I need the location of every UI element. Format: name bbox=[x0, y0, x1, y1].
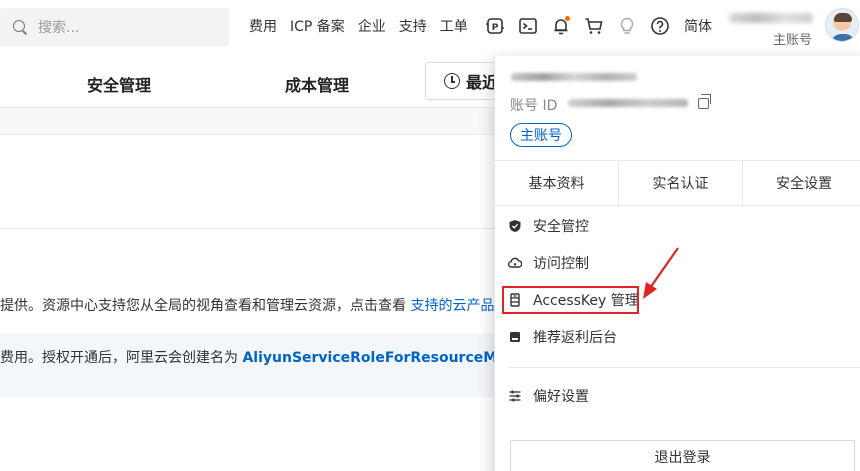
language-switch[interactable]: 简体 bbox=[684, 16, 712, 36]
menu-item-label: 推荐返利后台 bbox=[533, 330, 617, 346]
cloud-key-icon bbox=[508, 256, 522, 270]
terminal-icon[interactable] bbox=[517, 15, 539, 37]
account-id-redacted bbox=[568, 99, 688, 107]
annotation-arrow bbox=[643, 247, 679, 299]
tab-cost-management[interactable]: 成本管理 bbox=[285, 72, 349, 96]
dropdown-tabs: 基本资料 实名认证 安全设置 bbox=[495, 160, 860, 206]
menu-item-access-control[interactable]: 访问控制 bbox=[508, 251, 589, 275]
account-role[interactable]: 主账号 bbox=[773, 29, 812, 48]
top-navbar: 搜索... 费用 ICP 备案 企业 支持 工单 P 简体 主账号 bbox=[0, 0, 860, 56]
gift-icon bbox=[508, 330, 522, 344]
tab-security-settings[interactable]: 安全设置 bbox=[743, 161, 860, 205]
nav-link-enterprise[interactable]: 企业 bbox=[358, 16, 386, 36]
nav-link-icp[interactable]: ICP 备案 bbox=[290, 16, 345, 36]
avatar[interactable] bbox=[825, 8, 859, 42]
authorization-notice: 费用。授权开通后，阿里云会创建名为 AliyunServiceRoleForRe… bbox=[0, 347, 569, 367]
lightbulb-icon[interactable] bbox=[616, 15, 638, 37]
copy-icon[interactable] bbox=[698, 94, 711, 109]
nav-link-billing[interactable]: 费用 bbox=[249, 16, 277, 36]
nav-icons: P 简体 bbox=[484, 0, 712, 52]
clock-icon bbox=[444, 73, 460, 89]
notification-dot bbox=[565, 16, 570, 21]
search-icon bbox=[12, 19, 28, 35]
nav-links: 费用 ICP 备案 企业 支持 工单 bbox=[249, 0, 481, 52]
divider bbox=[0, 228, 495, 229]
shield-icon bbox=[508, 219, 522, 233]
menu-item-label: 偏好设置 bbox=[533, 389, 589, 405]
highlight-box bbox=[502, 286, 639, 314]
search-bar[interactable]: 搜索... bbox=[0, 8, 229, 46]
description-text: 提供。资源中心支持您从全局的视角查看和管理云资源，点击查看 bbox=[0, 298, 411, 314]
notice-text: 费用。授权开通后，阿里云会创建名为 bbox=[0, 350, 243, 366]
menu-item-security-control[interactable]: 安全管控 bbox=[508, 214, 589, 238]
bell-icon[interactable] bbox=[550, 15, 572, 37]
tab-recent[interactable]: 最近 bbox=[425, 62, 505, 100]
role-badge: 主账号 bbox=[510, 123, 572, 147]
menu-item-preferences[interactable]: 偏好设置 bbox=[508, 384, 589, 408]
tab-security-management[interactable]: 安全管理 bbox=[87, 72, 151, 96]
menu-item-label: 安全管控 bbox=[533, 219, 589, 235]
account-name-redacted[interactable] bbox=[729, 13, 813, 23]
menu-item-referral-backend[interactable]: 推荐返利后台 bbox=[508, 325, 617, 349]
sliders-icon bbox=[508, 389, 522, 403]
logout-button[interactable]: 退出登录 bbox=[510, 440, 855, 471]
tab-real-name-auth[interactable]: 实名认证 bbox=[619, 161, 743, 205]
account-name-redacted bbox=[511, 73, 637, 81]
menu-divider bbox=[508, 367, 860, 368]
supported-products-link[interactable]: 支持的云产品 bbox=[410, 298, 494, 314]
tab-basic-info[interactable]: 基本资料 bbox=[495, 161, 619, 205]
help-icon[interactable] bbox=[649, 15, 671, 37]
search-input[interactable]: 搜索... bbox=[38, 17, 79, 37]
svg-text:P: P bbox=[492, 23, 499, 33]
nav-link-support[interactable]: 支持 bbox=[399, 16, 427, 36]
resource-center-description: 提供。资源中心支持您从全局的视角查看和管理云资源，点击查看 支持的云产品 bbox=[0, 295, 494, 315]
cart-icon[interactable] bbox=[583, 15, 605, 37]
menu-item-label: 访问控制 bbox=[533, 256, 589, 272]
account-id-label: 账号 ID bbox=[510, 98, 558, 114]
nav-link-ticket[interactable]: 工单 bbox=[440, 16, 468, 36]
ai-assistant-icon[interactable]: P bbox=[484, 15, 506, 37]
